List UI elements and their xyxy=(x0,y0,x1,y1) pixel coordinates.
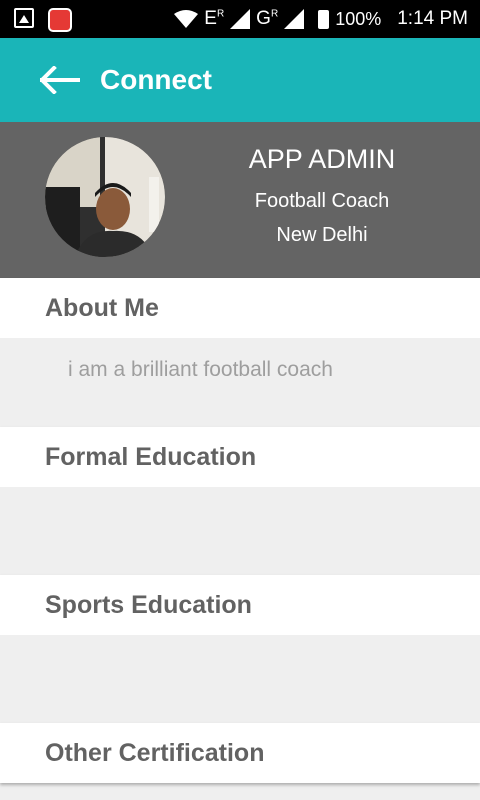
app-notification-icon xyxy=(48,8,72,32)
gallery-notification-icon xyxy=(14,8,34,28)
formal-education-body xyxy=(0,487,480,574)
formal-education-title: Formal Education xyxy=(45,442,257,471)
other-certification-title: Other Certification xyxy=(45,738,265,767)
other-certification-header[interactable]: Other Certification xyxy=(0,723,480,783)
arrow-back-icon xyxy=(40,66,80,94)
about-me-header[interactable]: About Me xyxy=(0,278,480,338)
wifi-icon xyxy=(174,10,199,28)
signal-icon xyxy=(230,9,251,29)
formal-education-header[interactable]: Formal Education xyxy=(0,427,480,487)
profile-photo xyxy=(45,137,165,257)
network-e-label: ER xyxy=(204,8,225,29)
clock: 1:14 PM xyxy=(397,8,468,29)
network-g-label: GR xyxy=(256,8,279,29)
battery-percent: 100% xyxy=(335,8,382,29)
sports-education-header[interactable]: Sports Education xyxy=(0,575,480,635)
signal-icon xyxy=(284,9,305,29)
about-me-text: i am a brilliant football coach xyxy=(68,358,333,381)
app-bar: Connect xyxy=(0,38,480,122)
status-bar: ER GR 100% 1:14 PM xyxy=(0,0,480,38)
battery-icon xyxy=(318,9,330,29)
back-button[interactable] xyxy=(30,50,90,110)
profile-city: New Delhi xyxy=(276,224,368,246)
avatar[interactable] xyxy=(45,137,165,257)
sports-education-title: Sports Education xyxy=(45,590,252,619)
page-title: Connect xyxy=(100,64,212,95)
profile-role: Football Coach xyxy=(254,190,390,212)
sports-education-body xyxy=(0,635,480,722)
profile-header: APP ADMIN Football Coach New Delhi xyxy=(0,122,480,278)
profile-name: APP ADMIN xyxy=(248,144,396,174)
about-me-body: i am a brilliant football coach xyxy=(0,338,480,426)
about-me-title: About Me xyxy=(45,293,159,322)
